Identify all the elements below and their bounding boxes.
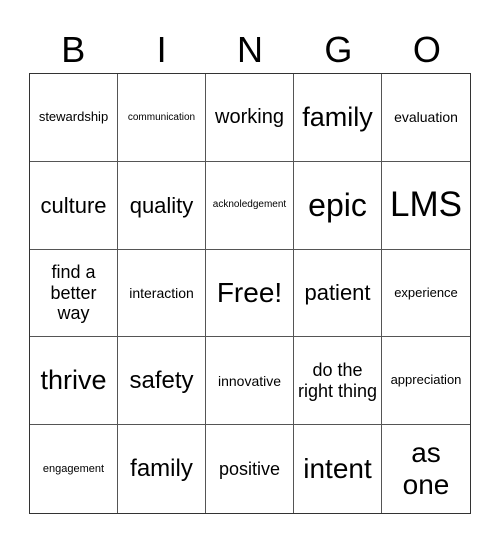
header-letter-g: G: [324, 29, 353, 70]
bingo-cell[interactable]: communication: [118, 74, 206, 162]
bingo-cell[interactable]: safety: [118, 337, 206, 426]
bingo-cell[interactable]: patient: [294, 249, 382, 338]
bingo-cell[interactable]: interaction: [118, 249, 206, 338]
bingo-cell[interactable]: do the right thing: [294, 337, 382, 426]
bingo-cell[interactable]: working: [206, 74, 294, 162]
bingo-cell[interactable]: experience: [382, 250, 470, 338]
bingo-cell[interactable]: quality: [118, 161, 206, 250]
bingo-cell[interactable]: thrive: [30, 337, 118, 426]
bingo-cell[interactable]: find a better way: [30, 249, 118, 338]
bingo-cell[interactable]: as one: [382, 425, 470, 513]
bingo-cell[interactable]: acknoledgement: [206, 161, 294, 250]
bingo-header: B I N G O: [29, 28, 471, 72]
header-letter-b: B: [61, 29, 86, 70]
bingo-cell[interactable]: positive: [206, 425, 294, 513]
bingo-cell[interactable]: intent: [294, 425, 382, 513]
bingo-cell[interactable]: family: [118, 425, 206, 513]
bingo-cell[interactable]: family: [294, 74, 382, 162]
bingo-cell[interactable]: epic: [294, 161, 382, 250]
free-space-cell[interactable]: Free!: [206, 249, 294, 338]
bingo-cell[interactable]: LMS: [382, 162, 470, 250]
bingo-cell[interactable]: innovative: [206, 337, 294, 426]
bingo-cell[interactable]: culture: [30, 161, 118, 250]
header-letter-n: N: [237, 29, 264, 70]
header-letter-o: O: [412, 29, 441, 70]
bingo-grid: stewardship communication working family…: [29, 73, 471, 514]
bingo-cell[interactable]: evaluation: [382, 74, 470, 162]
bingo-cell[interactable]: engagement: [30, 425, 118, 513]
header-letter-i: I: [156, 29, 167, 70]
bingo-cell[interactable]: stewardship: [30, 74, 118, 162]
bingo-cell[interactable]: appreciation: [382, 337, 470, 426]
